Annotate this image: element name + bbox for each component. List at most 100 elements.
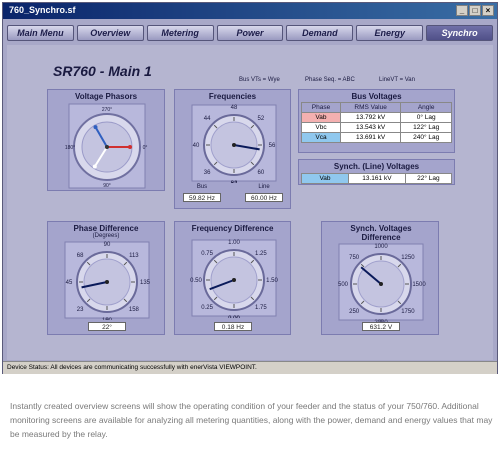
synch-voltage-difference-value: 631.2 V xyxy=(362,322,400,331)
close-button[interactable]: × xyxy=(482,5,494,16)
phasor-label-90: 90° xyxy=(103,183,111,189)
nav-main-menu[interactable]: Main Menu xyxy=(7,25,74,41)
angle-cell: 240° Lag xyxy=(400,132,452,143)
phase-cell: Vab xyxy=(301,173,349,184)
nav-demand[interactable]: Demand xyxy=(286,25,354,41)
rms-cell: 13.792 kV xyxy=(339,112,402,123)
panel-title: Frequency Difference xyxy=(191,224,274,233)
phase-cell: Vab xyxy=(301,112,341,123)
gauge-tick-label: 68 xyxy=(77,253,84,259)
line-vt-info: LineVT = Van xyxy=(379,77,415,83)
gauge-tick-label: 48 xyxy=(231,105,238,111)
gauge-tick-label: 1250 xyxy=(401,255,415,261)
gauge-tick-label: 1500 xyxy=(412,282,426,288)
device-status-text: Device Status: All devices are communica… xyxy=(7,364,257,371)
column-header: RMS Value xyxy=(339,102,402,113)
gauge-tick-label: 750 xyxy=(349,255,360,261)
gauge-tick-label: 56 xyxy=(269,143,276,149)
panel-subtitle: (Degrees) xyxy=(92,233,120,239)
frequencies-panel: Frequencies 484452405636603264 Bus Line … xyxy=(174,89,291,209)
synch-voltages-difference-panel: Synch. Voltages Difference 1000 750 1250 50… xyxy=(321,221,439,335)
nav-power[interactable]: Power xyxy=(216,25,284,41)
table-row: Vbc 13.543 kV 122° Lag xyxy=(301,122,452,133)
panel-title: Synch. Voltages Difference xyxy=(350,224,412,242)
rms-cell: 13.161 kV xyxy=(348,173,406,184)
bus-label: Bus xyxy=(196,184,208,190)
gauge-tick-label: 23 xyxy=(77,307,84,313)
gauge-tick-label: 1.75 xyxy=(255,305,267,311)
phasor-arrowhead xyxy=(93,125,98,130)
panel-title: Phase Difference xyxy=(73,224,139,233)
gauge-tick-label: 1.50 xyxy=(266,278,278,284)
gauge-tick-label: 44 xyxy=(204,116,211,122)
column-header: Phase xyxy=(301,102,341,113)
gauge-tick-label: 36 xyxy=(204,170,211,176)
panel-title: Bus Voltages xyxy=(351,92,402,101)
gauge-tick-label: 1.00 xyxy=(228,240,240,246)
nav-bar: Main Menu Overview Metering Power Demand… xyxy=(7,25,494,43)
nav-metering[interactable]: Metering xyxy=(146,25,214,41)
gauge-tick-label: 45 xyxy=(66,280,73,286)
line-frequency-value: 60.00 Hz xyxy=(245,193,283,202)
angle-cell: 122° Lag xyxy=(400,122,452,133)
angle-cell: 0° Lag xyxy=(400,112,452,123)
panel-title: Frequencies xyxy=(208,92,257,101)
window-title: 760_Synchro.sf xyxy=(9,5,76,15)
gauge-tick-label: 500 xyxy=(338,282,349,288)
phase-cell: Vca xyxy=(301,132,341,143)
gauge-hub xyxy=(379,282,383,286)
line-label: Line xyxy=(258,184,270,190)
gauge-tick-label: 1750 xyxy=(401,309,415,315)
panel-title: Synch. (Line) Voltages xyxy=(333,162,420,171)
synch-voltage-difference-gauge: 100075012505001500250175002000 xyxy=(338,243,426,322)
table-header: Phase RMS Value Angle xyxy=(301,102,452,113)
main-content: SR760 - Main 1 Bus VTs = Wye Phase Seq. … xyxy=(7,45,493,360)
angle-cell: 22° Lag xyxy=(404,173,453,184)
bus-frequency-value: 59.82 Hz xyxy=(183,193,221,202)
table-row: Vab 13.792 kV 0° Lag xyxy=(301,112,452,123)
gauge-tick-label: 250 xyxy=(349,309,360,315)
gauge-tick-label: 180 xyxy=(102,318,113,320)
phase-difference-panel: Phase Difference (Degrees) 90 68 113 45 135 2… xyxy=(47,221,165,335)
status-bar: Device Status: All devices are communica… xyxy=(3,361,497,374)
gauge-hub xyxy=(232,278,236,282)
phasor-label-0: 0° xyxy=(143,145,148,151)
gauge-tick-label: 2.00 xyxy=(228,316,240,318)
phasor-label-180: 180° xyxy=(65,145,75,151)
phasor-diagram: 270° 180° 0° 90° xyxy=(65,103,148,189)
gauge-tick-label: 135 xyxy=(140,280,151,286)
nav-energy[interactable]: Energy xyxy=(356,25,424,41)
phase-difference-value: 22° xyxy=(88,322,126,331)
frequency-difference-panel: Frequency Difference 1.00 0.75 1.25 0.50 1.5… xyxy=(174,221,291,335)
minimize-button[interactable]: _ xyxy=(456,5,468,16)
gauge-tick-label: 64 xyxy=(231,181,238,183)
gauge-tick-label: 113 xyxy=(129,253,139,259)
maximize-button[interactable]: □ xyxy=(469,5,481,16)
gauge-hub xyxy=(232,143,236,147)
bus-voltages-panel: Bus Voltages Phase RMS Value Angle Vab 1… xyxy=(298,89,455,153)
gauge-tick-label: 0.25 xyxy=(201,305,213,311)
table-row: Vab 13.161 kV 22° Lag xyxy=(301,173,453,184)
gauge-tick-label: 1.25 xyxy=(255,251,267,257)
gauge-tick-label: 158 xyxy=(129,307,140,313)
rms-cell: 13.691 kV xyxy=(339,132,402,143)
frequency-gauge: 484452405636603264 xyxy=(191,104,277,183)
panel-title: Voltage Phasors xyxy=(74,92,138,101)
bus-voltages-table: Phase RMS Value Angle Vab 13.792 kV 0° L… xyxy=(301,102,452,143)
nav-overview[interactable]: Overview xyxy=(76,25,144,41)
phasor-arrowhead xyxy=(92,164,97,169)
nav-synchro[interactable]: Synchro xyxy=(426,25,494,41)
bus-vts-info: Bus VTs = Wye xyxy=(239,77,280,83)
gauge-tick-label: 52 xyxy=(258,116,265,122)
app-window: 760_Synchro.sf _ □ × Main Menu Overview … xyxy=(2,2,498,374)
frequency-difference-gauge: 1.000.751.250.501.500.251.750.002.00 xyxy=(190,239,278,318)
gauge-tick-label: 40 xyxy=(193,143,200,149)
title-bar: 760_Synchro.sf _ □ × xyxy=(3,3,497,19)
column-header: Angle xyxy=(400,102,452,113)
phase-cell: Vbc xyxy=(301,122,341,133)
synch-line-table: Vab 13.161 kV 22° Lag xyxy=(301,173,453,184)
phasor-label-270: 270° xyxy=(102,107,112,113)
phasor-arrowhead xyxy=(128,145,132,149)
gauge-tick-label: 0.50 xyxy=(190,278,202,284)
frequency-difference-value: 0.18 Hz xyxy=(214,322,252,331)
